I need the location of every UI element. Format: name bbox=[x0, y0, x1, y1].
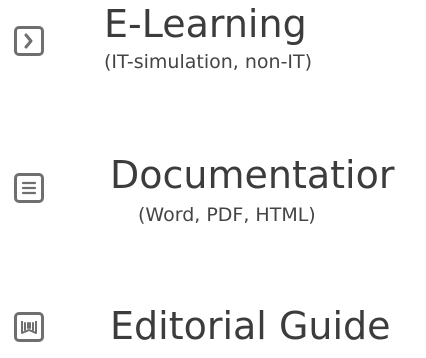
menu-item-editorial-guide[interactable]: Editorial Guide bbox=[0, 290, 426, 358]
chevron-right-icon bbox=[14, 26, 44, 56]
book-icon bbox=[14, 312, 44, 342]
menu-item-e-learning[interactable]: E-Learning (IT-simulation, non-IT) bbox=[0, 0, 426, 110]
document-lines-icon bbox=[14, 173, 44, 203]
menu-item-documentation[interactable]: Documentatior (Word, PDF, HTML) bbox=[0, 140, 426, 250]
menu-item-title: Documentatior bbox=[110, 153, 395, 197]
menu-item-title: Editorial Guide bbox=[110, 304, 391, 348]
menu-item-title: E-Learning bbox=[104, 2, 307, 46]
menu-item-subtitle: (IT-simulation, non-IT) bbox=[104, 51, 313, 73]
menu-item-subtitle: (Word, PDF, HTML) bbox=[138, 204, 316, 226]
